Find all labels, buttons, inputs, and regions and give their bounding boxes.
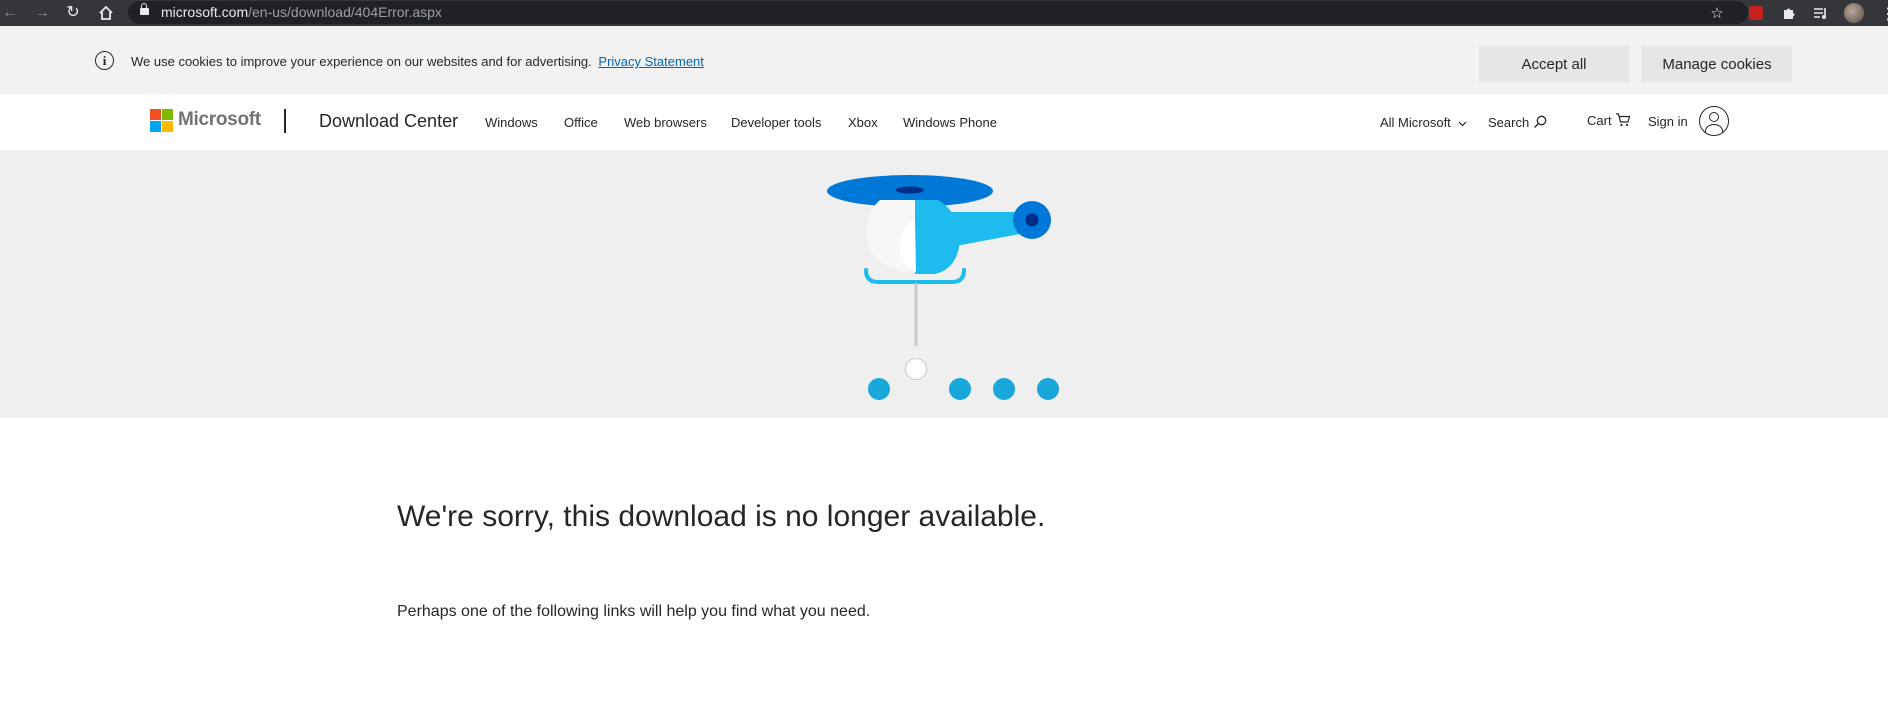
browser-toolbar: ← → ↻ microsoft.com/en-us/download/404Er… — [0, 0, 1888, 26]
reload-icon[interactable]: ↻ — [63, 3, 83, 23]
nav-office[interactable]: Office — [564, 115, 598, 130]
loading-dot — [868, 378, 890, 400]
cookie-message: We use cookies to improve your experienc… — [131, 54, 704, 69]
microsoft-wordmark[interactable]: Microsoft — [178, 109, 261, 131]
cookie-message-text: We use cookies to improve your experienc… — [131, 54, 592, 69]
forward-arrow-icon[interactable]: → — [32, 3, 52, 23]
hook-ball — [905, 358, 927, 380]
home-icon[interactable] — [96, 3, 116, 23]
info-icon: i — [95, 51, 114, 70]
account-avatar-icon[interactable] — [1699, 106, 1729, 136]
search-button[interactable]: Search — [1488, 115, 1547, 132]
rotor-hub — [896, 186, 924, 194]
site-header: Microsoft Download Center Windows Office… — [0, 94, 1888, 150]
privacy-statement-link[interactable]: Privacy Statement — [598, 54, 704, 69]
manage-cookies-button[interactable]: Manage cookies — [1642, 46, 1792, 82]
page-subtitle: Perhaps one of the following links will … — [397, 603, 871, 620]
loading-dot — [1037, 378, 1059, 400]
header-divider — [284, 109, 286, 133]
page-title: We're sorry, this download is no longer … — [397, 500, 1046, 533]
microsoft-logo-icon[interactable] — [150, 109, 173, 132]
url-text: microsoft.com/en-us/download/404Error.as… — [161, 4, 442, 20]
lock-icon — [140, 3, 149, 16]
extension-icon[interactable] — [1749, 6, 1763, 20]
profile-avatar[interactable] — [1844, 3, 1864, 23]
address-bar[interactable]: microsoft.com/en-us/download/404Error.as… — [128, 1, 1748, 24]
nav-xbox[interactable]: Xbox — [848, 115, 878, 130]
tail-rotor-hub — [1025, 213, 1039, 227]
back-arrow-icon[interactable]: ← — [0, 3, 20, 23]
accept-all-button[interactable]: Accept all — [1479, 46, 1629, 82]
helicopter-illustration — [827, 175, 1059, 400]
cart-icon — [1615, 113, 1631, 130]
cart-label: Cart — [1587, 113, 1612, 128]
cookie-banner: i We use cookies to improve your experie… — [0, 26, 1888, 94]
star-icon[interactable]: ☆ — [1708, 4, 1726, 22]
chevron-down-icon — [1458, 115, 1467, 130]
menu-icon[interactable]: ⋮ — [1880, 4, 1888, 24]
sign-in-link[interactable]: Sign in — [1648, 114, 1688, 129]
hero-banner — [0, 150, 1888, 418]
search-icon — [1533, 115, 1547, 132]
helicopter-body — [915, 200, 960, 274]
nav-windows-phone[interactable]: Windows Phone — [903, 115, 997, 130]
nav-web-browsers[interactable]: Web browsers — [624, 115, 707, 130]
nav-windows[interactable]: Windows — [485, 115, 538, 130]
puzzle-icon[interactable] — [1780, 4, 1798, 22]
all-microsoft-menu[interactable]: All Microsoft — [1380, 115, 1467, 130]
download-center-link[interactable]: Download Center — [319, 111, 458, 132]
loading-dot — [949, 378, 971, 400]
loading-dot — [993, 378, 1015, 400]
cart-button[interactable]: Cart — [1587, 113, 1631, 130]
search-label: Search — [1488, 115, 1530, 130]
nav-developer-tools[interactable]: Developer tools — [731, 115, 821, 130]
reading-list-icon[interactable] — [1812, 4, 1830, 22]
all-microsoft-label: All Microsoft — [1380, 115, 1451, 130]
